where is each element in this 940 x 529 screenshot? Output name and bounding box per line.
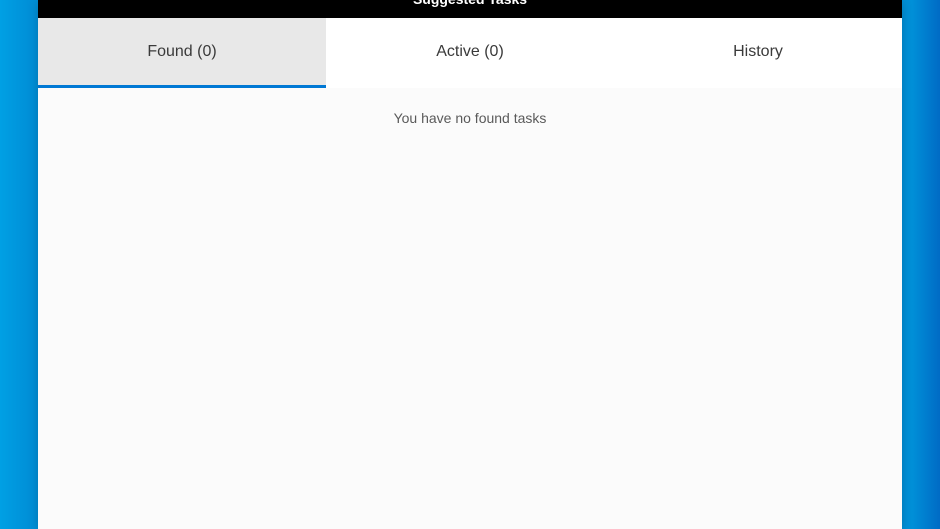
tab-history[interactable]: History bbox=[614, 18, 902, 88]
tab-bar: Found (0) Active (0) History bbox=[38, 18, 902, 88]
tab-active[interactable]: Active (0) bbox=[326, 18, 614, 88]
window-title: Suggested Tasks bbox=[413, 0, 527, 6]
content-area: You have no found tasks bbox=[38, 88, 902, 529]
tab-history-label: History bbox=[733, 43, 783, 61]
titlebar: Suggested Tasks bbox=[38, 0, 902, 18]
tab-active-label: Active (0) bbox=[436, 43, 504, 61]
tab-found-label: Found (0) bbox=[147, 43, 216, 61]
app-window: Suggested Tasks Found (0) Active (0) His… bbox=[38, 0, 902, 529]
tab-found[interactable]: Found (0) bbox=[38, 18, 326, 88]
empty-state-message: You have no found tasks bbox=[394, 110, 547, 529]
